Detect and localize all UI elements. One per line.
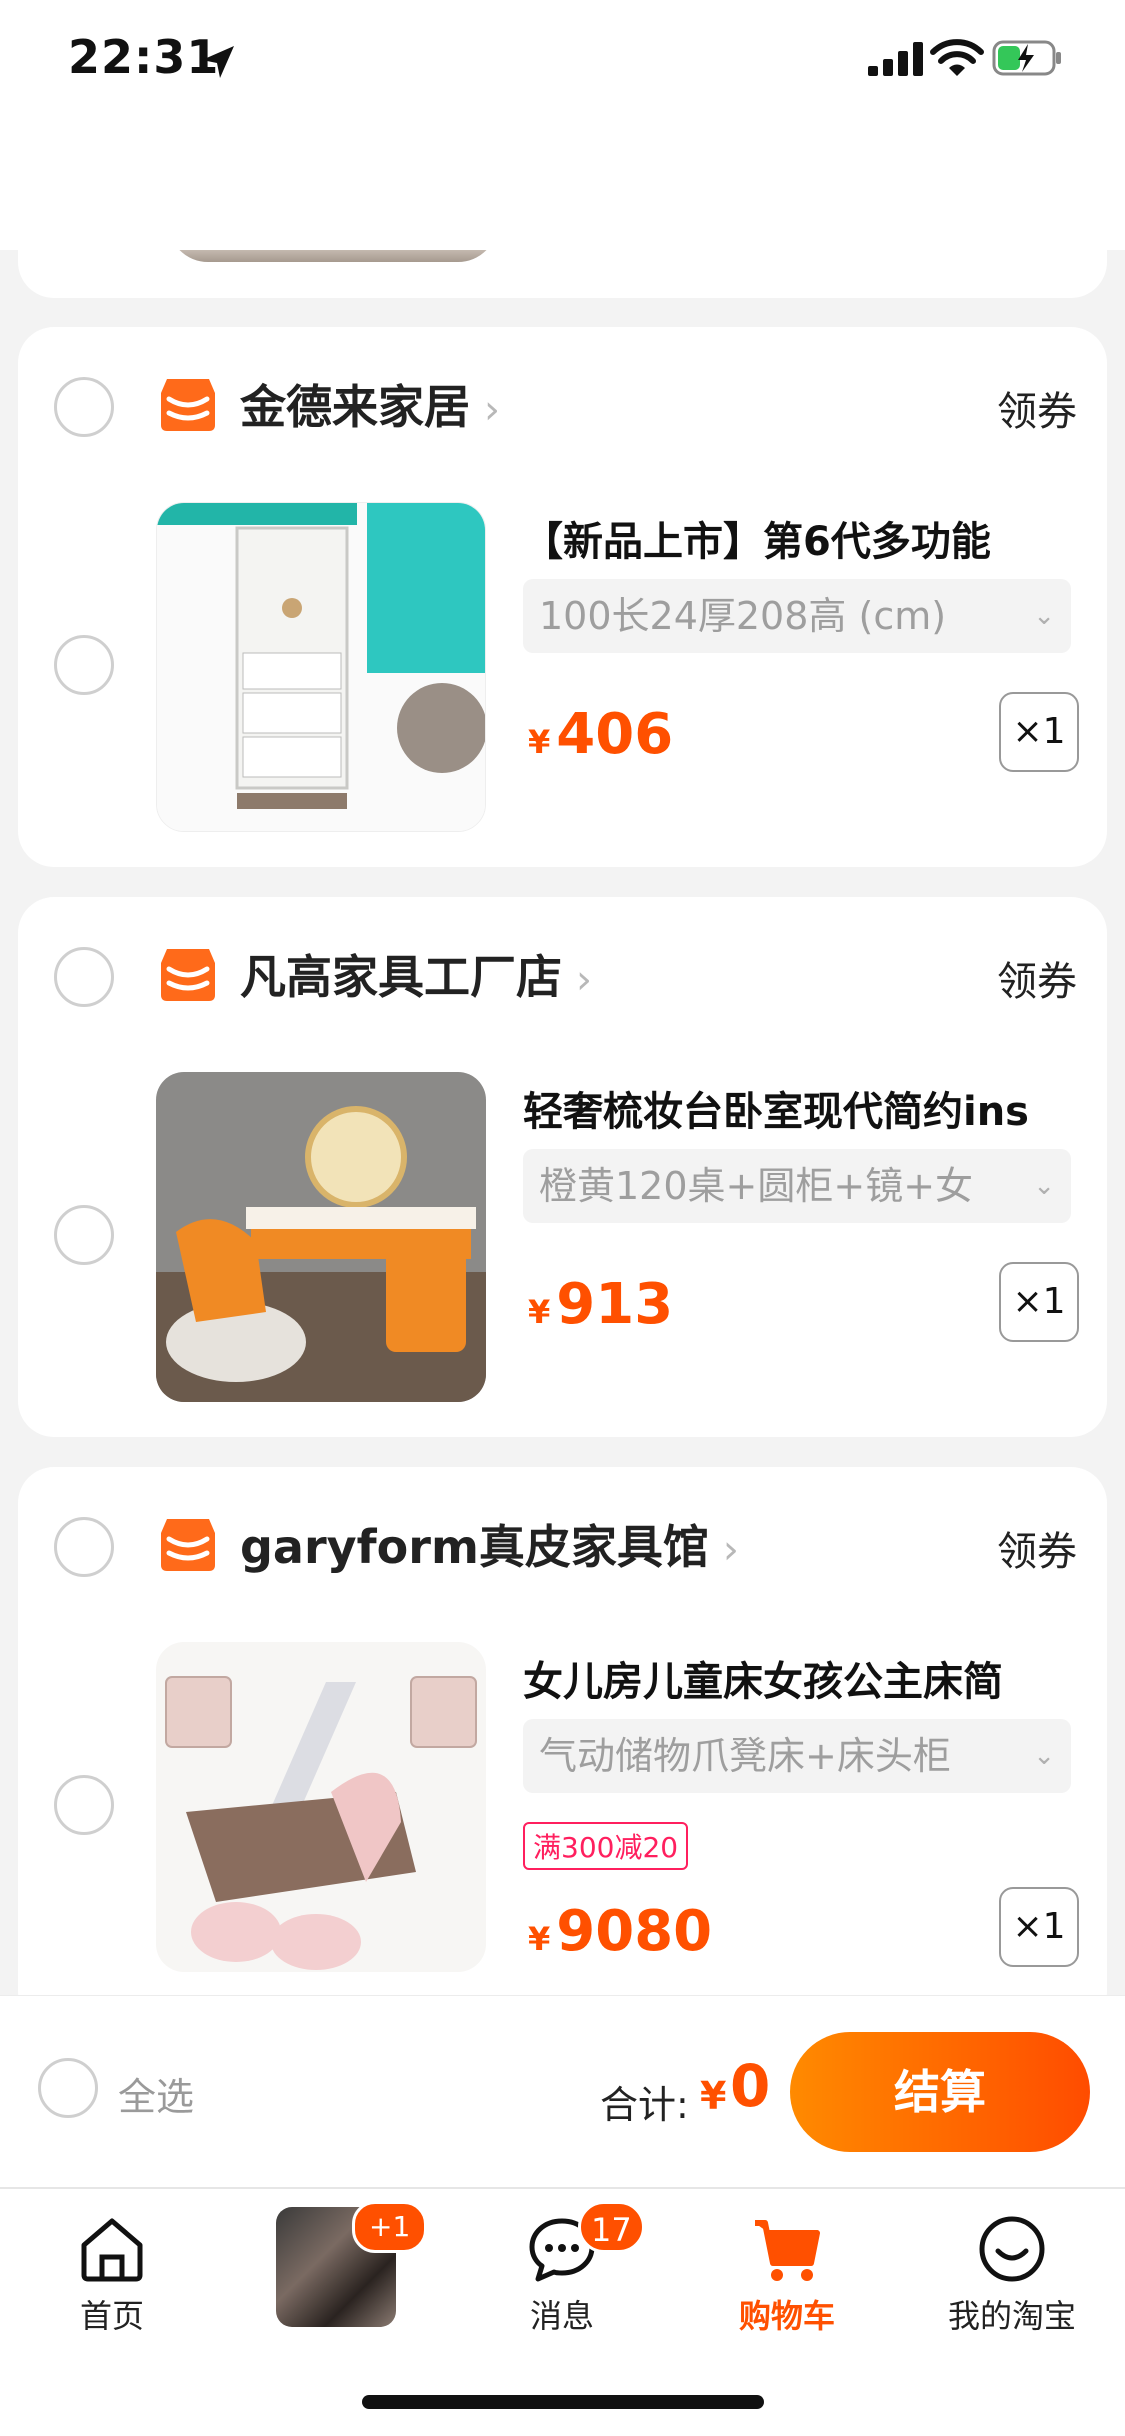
shop-name[interactable]: 凡高家具工厂店 › — [240, 941, 592, 1007]
total-currency: ¥ — [700, 2074, 727, 2118]
battery-charging-icon — [992, 40, 1061, 76]
cellular-signal-icon — [868, 42, 923, 76]
live-badge: +1 — [352, 2201, 428, 2253]
select-all-radio[interactable] — [38, 2058, 98, 2118]
coupon-button[interactable]: 领券 — [997, 1519, 1077, 1577]
tab-cart[interactable]: 购物车 — [712, 2211, 862, 2337]
checkout-bar: 全选 合计: ¥ 0 结算 — [0, 1995, 1125, 2188]
coupon-button[interactable]: 领券 — [997, 379, 1077, 437]
shop-name[interactable]: garyform真皮家具馆 › — [240, 1511, 739, 1577]
shop-select-radio[interactable] — [54, 1517, 114, 1577]
shop-name[interactable]: 金德来家居 › — [240, 371, 500, 437]
promo-tag: 满300减20 — [523, 1822, 689, 1870]
product-title[interactable]: 女儿房儿童床女孩公主床简 — [523, 1649, 1083, 1707]
chevron-right-icon: › — [722, 1527, 739, 1573]
vanity-illustration — [156, 1072, 486, 1402]
product-title[interactable]: 轻奢梳妆台卧室现代简约ins — [523, 1079, 1083, 1137]
quantity-button[interactable]: ×1 — [999, 1887, 1079, 1967]
total-amount: 0 — [730, 2052, 771, 2120]
sku-selector[interactable]: 橙黄120桌+圆柜+镜+女 ⌄ — [523, 1149, 1071, 1223]
item-select-radio[interactable] — [54, 1775, 114, 1835]
product-price: ¥406 — [528, 702, 674, 767]
cabinet-illustration — [157, 503, 485, 831]
status-time: 22:31 — [68, 30, 220, 84]
sku-selector[interactable]: 100长24厚208高 (cm) ⌄ — [523, 579, 1071, 653]
cart-icon — [755, 2220, 820, 2281]
total-label: 合计: — [600, 2083, 689, 2127]
select-all-label[interactable]: 全选 — [118, 2066, 194, 2121]
tab-cart-label: 购物车 — [738, 2297, 835, 2335]
coupon-button[interactable]: 领券 — [997, 949, 1077, 1007]
top-spacer — [0, 150, 1125, 250]
bed-illustration — [156, 1642, 486, 1972]
shop-select-radio[interactable] — [54, 377, 114, 437]
wifi-icon — [930, 39, 984, 76]
chevron-down-icon: ⌄ — [1033, 1741, 1055, 1771]
shop-select-radio[interactable] — [54, 947, 114, 1007]
product-image[interactable] — [156, 502, 486, 832]
smile-face-icon — [979, 2216, 1045, 2282]
chevron-right-icon: › — [576, 957, 592, 1003]
tab-bar: 首页 +1 消息 17 购物车 我的淘宝 — [0, 2187, 1125, 2436]
location-arrow-icon — [202, 46, 234, 78]
shop-card: garyform真皮家具馆 › 领券 女儿房儿童床女孩公主床简 气动储物爪凳床+床… — [18, 1467, 1107, 2027]
product-price: ¥9080 — [528, 1899, 713, 1964]
sku-selector[interactable]: 气动储物爪凳床+床头柜 ⌄ — [523, 1719, 1071, 1793]
chevron-down-icon: ⌄ — [1033, 1171, 1055, 1201]
product-image[interactable] — [156, 1072, 486, 1402]
product-price: ¥913 — [528, 1272, 674, 1337]
chevron-down-icon: ⌄ — [1033, 601, 1055, 631]
home-icon — [81, 2218, 143, 2282]
quantity-button[interactable]: ×1 — [999, 692, 1079, 772]
tab-me-label: 我的淘宝 — [947, 2297, 1076, 2335]
shop-card: 凡高家具工厂店 › 领券 轻奢梳妆台卧室现代简约ins 橙黄120桌+圆柜+镜+女… — [18, 897, 1107, 1437]
shop-icon — [161, 949, 215, 1001]
tab-home-label: 首页 — [79, 2297, 144, 2335]
item-select-radio[interactable] — [54, 1205, 114, 1265]
shop-icon — [161, 1519, 215, 1571]
shop-icon — [161, 379, 215, 431]
product-image[interactable] — [156, 1642, 486, 1972]
home-indicator — [362, 2395, 764, 2409]
product-title[interactable]: 【新品上市】第6代多功能 — [523, 509, 1083, 567]
tab-me[interactable]: 我的淘宝 — [937, 2211, 1087, 2337]
item-select-radio[interactable] — [54, 635, 114, 695]
message-count-badge: 17 — [578, 2201, 645, 2253]
checkout-button[interactable]: 结算 — [790, 2032, 1090, 2152]
quantity-button[interactable]: ×1 — [999, 1262, 1079, 1342]
tab-home[interactable]: 首页 — [37, 2211, 187, 2337]
shop-card: 金德来家居 › 领券 【新品上市】第6代多功能 100长24厚208高 (cm) ⌄… — [18, 327, 1107, 867]
chevron-right-icon: › — [484, 387, 500, 433]
tab-messages-label: 消息 — [529, 2297, 594, 2335]
status-bar: 22:31 — [0, 0, 1125, 150]
